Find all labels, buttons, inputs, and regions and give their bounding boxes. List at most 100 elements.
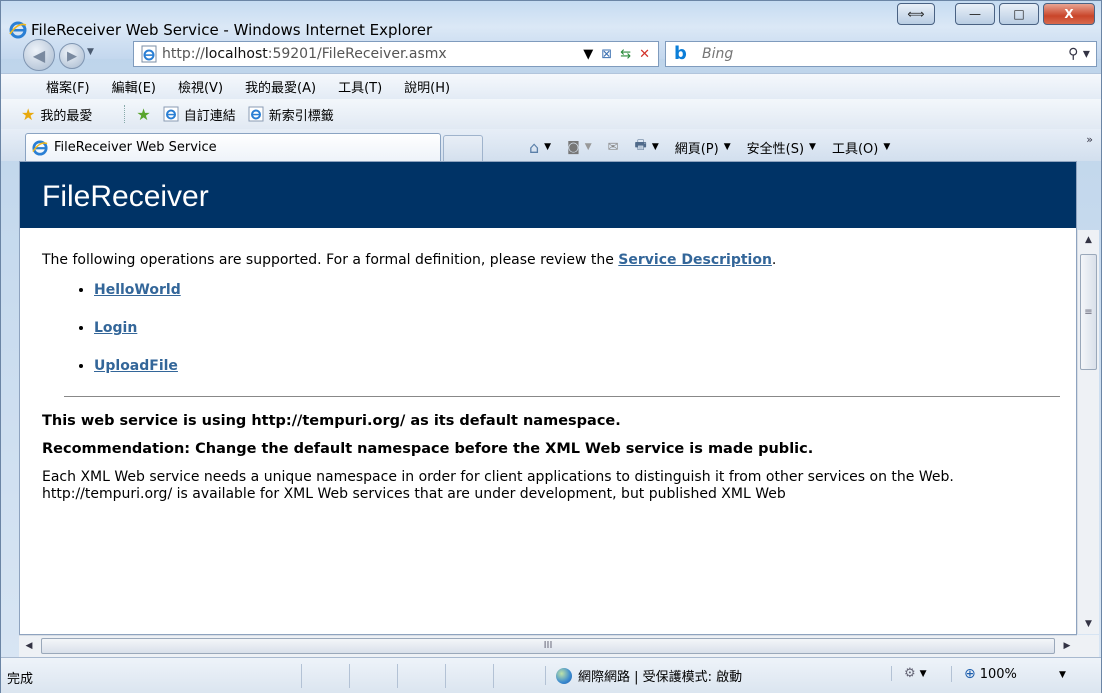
address-url[interactable]: http://localhost:59201/FileReceiver.asmx	[162, 46, 583, 62]
globe-icon	[556, 667, 572, 684]
menu-file[interactable]: 檔案(F)	[35, 77, 101, 96]
home-button[interactable]: ⌂ ▼	[521, 138, 559, 157]
scrollbar-corner	[1077, 635, 1099, 657]
new-tab-button[interactable]	[443, 135, 483, 161]
navigation-bar: ◀ ▶ ▼ http://localhost:59201/FileReceive…	[1, 33, 1101, 73]
horizontal-scroll-thumb[interactable]: III	[41, 638, 1055, 654]
print-button[interactable]: 🖶 ▼	[627, 136, 667, 158]
printer-icon: 🖶	[634, 138, 647, 153]
chevron-down-icon: ▼	[809, 142, 816, 152]
scroll-up-arrow-icon[interactable]: ▲	[1078, 230, 1099, 250]
security-zone-label: 網際網路 | 受保護模式: 啟動	[578, 670, 743, 685]
add-favorite-icon: ★	[136, 104, 151, 124]
list-item: Login	[94, 320, 1076, 336]
ie-logo-icon	[32, 139, 48, 156]
grip-icon: ≡	[1084, 306, 1093, 318]
service-description-link[interactable]: Service Description	[618, 252, 772, 268]
ie-page-icon	[248, 106, 264, 122]
tab-title: FileReceiver Web Service	[54, 140, 217, 155]
back-button[interactable]: ◀	[23, 39, 55, 71]
safety-menu-button[interactable]: 安全性(S) ▼	[739, 138, 824, 157]
address-dropdown-icon[interactable]: ▼	[583, 47, 593, 62]
vertical-scroll-thumb[interactable]: ≡	[1080, 254, 1097, 370]
menu-view[interactable]: 檢視(V)	[167, 77, 234, 96]
horizontal-scrollbar[interactable]: ◀ III ▶	[19, 635, 1077, 657]
new-index-tab-label: 新索引標籤	[268, 108, 334, 124]
zoom-icon: ⊕	[964, 666, 976, 682]
search-input[interactable]	[700, 45, 1062, 63]
mail-icon: ✉	[607, 139, 619, 155]
more-commands-icon[interactable]: »	[1086, 133, 1093, 146]
search-box[interactable]: b ⚲ ▾	[665, 41, 1097, 67]
divider	[64, 396, 1060, 397]
operation-link-helloworld[interactable]: HelloWorld	[94, 282, 181, 298]
page-title: FileReceiver	[20, 162, 1076, 228]
star-icon: ★	[21, 104, 36, 124]
status-panels	[301, 664, 541, 688]
namespace-paragraph: Each XML Web service needs a unique name…	[42, 469, 954, 502]
tab-filereceiver[interactable]: FileReceiver Web Service	[25, 133, 441, 161]
chevron-down-icon: ▼	[723, 142, 731, 152]
scroll-right-arrow-icon[interactable]: ▶	[1057, 636, 1077, 657]
zoom-control[interactable]: ⊕ 100%	[951, 666, 1017, 682]
intro-period: .	[771, 252, 777, 268]
tab-bar: FileReceiver Web Service ⌂ ▼ ◙ ▼ ✉ 🖶 ▼ 網頁(P…	[1, 129, 1101, 161]
vertical-scrollbar[interactable]: ▲ ≡ ▼	[1077, 230, 1099, 634]
read-mail-button[interactable]: ✉	[600, 140, 627, 155]
add-ons-status[interactable]: ⚙ ▼	[891, 666, 927, 681]
forward-arrow-icon: ▶	[67, 48, 77, 64]
favorites-separator	[124, 105, 126, 123]
forward-button[interactable]: ▶	[59, 43, 85, 69]
operations-list: HelloWorld Login UploadFile	[20, 282, 1076, 374]
recent-pages-dropdown-icon[interactable]: ▼	[87, 47, 94, 57]
page-content: FileReceiver The following operations ar…	[19, 161, 1077, 635]
print-dropdown-icon[interactable]: ▼	[652, 142, 659, 152]
bing-logo-icon: b	[674, 43, 687, 64]
menu-tools[interactable]: 工具(T)	[327, 77, 393, 96]
ie-page-icon	[163, 106, 179, 122]
command-bar: ⌂ ▼ ◙ ▼ ✉ 🖶 ▼ 網頁(P) ▼ 安全性(S) ▼ 工具(O) ▼	[521, 133, 898, 161]
stop-icon[interactable]: ✕	[639, 47, 650, 62]
new-index-tab-link[interactable]: 新索引標籤	[248, 105, 334, 124]
add-to-favorites-bar-button[interactable]: ★	[136, 105, 150, 124]
scroll-down-arrow-icon[interactable]: ▼	[1078, 614, 1099, 634]
browser-window: FileReceiver Web Service - Windows Inter…	[0, 0, 1102, 693]
favorites-button[interactable]: ★ 我的最愛	[21, 105, 92, 124]
menu-help[interactable]: 說明(H)	[393, 77, 461, 96]
feeds-dropdown-icon[interactable]: ▼	[585, 142, 592, 152]
home-dropdown-icon[interactable]: ▼	[544, 142, 551, 152]
rss-feed-icon: ◙	[567, 139, 580, 155]
refresh-icon[interactable]: ⇆	[620, 47, 631, 62]
switch-window-button[interactable]: ⟺	[897, 3, 935, 25]
operation-link-login[interactable]: Login	[94, 320, 137, 336]
chevron-down-icon: ▼	[883, 142, 891, 152]
scroll-left-arrow-icon[interactable]: ◀	[19, 636, 39, 657]
page-menu-button[interactable]: 網頁(P) ▼	[667, 138, 739, 157]
zoom-dropdown-icon[interactable]: ▼	[1059, 670, 1066, 680]
menu-edit[interactable]: 編輯(E)	[101, 77, 167, 96]
zoom-level: 100%	[979, 666, 1017, 682]
search-icon[interactable]: ⚲ ▾	[1062, 46, 1096, 62]
menu-favorites[interactable]: 我的最愛(A)	[234, 77, 327, 96]
namespace-notice: This web service is using http://tempuri…	[42, 413, 621, 429]
minimize-button[interactable]: —	[955, 3, 995, 25]
custom-links-link[interactable]: 自訂連結	[163, 105, 236, 124]
operation-link-uploadfile[interactable]: UploadFile	[94, 358, 178, 374]
add-ons-icon: ⚙	[904, 666, 916, 681]
home-icon: ⌂	[529, 137, 540, 157]
list-item: UploadFile	[94, 358, 1076, 374]
page-icon	[141, 45, 157, 63]
recommendation-heading: Recommendation: Change the default names…	[42, 441, 814, 457]
feeds-button[interactable]: ◙ ▼	[559, 140, 600, 155]
caption-buttons: ⟺ — □ X	[897, 3, 1095, 25]
tools-menu-button[interactable]: 工具(O) ▼	[824, 138, 898, 157]
security-zone[interactable]: 網際網路 | 受保護模式: 啟動	[545, 666, 742, 685]
maximize-button[interactable]: □	[999, 3, 1039, 25]
compatibility-view-icon[interactable]: ⊠	[601, 47, 612, 62]
tools-menu-label: 工具(O)	[831, 141, 879, 157]
list-item: HelloWorld	[94, 282, 1076, 298]
close-button[interactable]: X	[1043, 3, 1095, 25]
page-menu-label: 網頁(P)	[674, 141, 719, 157]
address-bar[interactable]: http://localhost:59201/FileReceiver.asmx…	[133, 41, 659, 67]
back-arrow-icon: ◀	[32, 45, 46, 65]
